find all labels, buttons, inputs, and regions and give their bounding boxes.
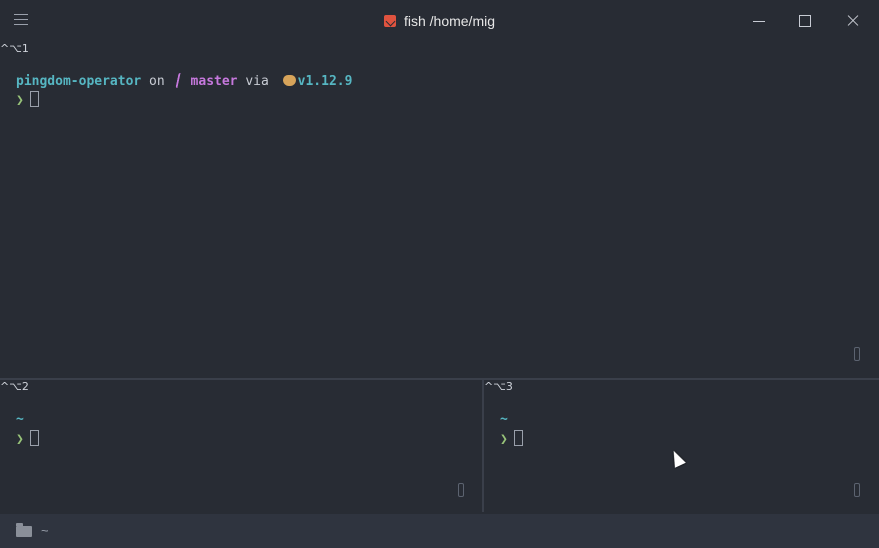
pane-label: ^⌥1 [0,42,29,55]
status-bar: ~ [0,514,879,548]
prompt-symbol: ❯ [16,93,24,108]
title-bar: fish /home/mig [0,0,879,42]
gopher-icon [282,75,296,86]
hamburger-menu-icon[interactable] [14,14,28,26]
input-line[interactable]: ❯ [16,430,39,447]
prompt-directory: ~ [16,412,24,427]
folder-icon [16,523,32,537]
text-cursor [29,91,39,107]
prompt-line: ~ [500,412,508,427]
prompt-symbol: ❯ [500,432,508,447]
prompt-line: pingdom-operator on master via v1.12.9 [16,73,352,89]
pane-label: ^⌥2 [0,380,29,393]
close-button[interactable] [844,12,862,30]
prompt-directory: ~ [500,412,508,427]
scrollbar-thumb[interactable] [854,483,860,497]
window-title: fish /home/mig [0,0,879,42]
terminal-pane-1[interactable]: ^⌥1 pingdom-operator on master via v1.12… [0,42,879,378]
terminal-pane-2[interactable]: ^⌥2 ~ ❯ [0,380,482,512]
minimize-button[interactable] [750,12,768,30]
input-line[interactable]: ❯ [500,430,523,447]
git-branch-name: master [190,74,238,89]
prompt-on-text: on [141,74,173,89]
git-branch-icon [174,73,187,88]
go-version: v1.12.9 [297,74,353,89]
text-cursor [29,430,39,446]
fish-terminal-icon [383,15,396,27]
terminal-pane-3[interactable]: ^⌥3 ~ ❯ [484,380,879,512]
prompt-directory: pingdom-operator [16,74,142,89]
current-path: ~ [41,523,49,538]
scrollbar-thumb[interactable] [458,483,464,497]
maximize-button[interactable] [796,12,814,30]
prompt-line: ~ [16,412,24,427]
text-cursor [513,430,523,446]
pane-label: ^⌥3 [484,380,513,393]
prompt-symbol: ❯ [16,432,24,447]
prompt-via-text: via [237,74,277,89]
scrollbar-thumb[interactable] [854,347,860,361]
window-title-text: fish /home/mig [403,13,496,29]
input-line[interactable]: ❯ [16,91,39,108]
